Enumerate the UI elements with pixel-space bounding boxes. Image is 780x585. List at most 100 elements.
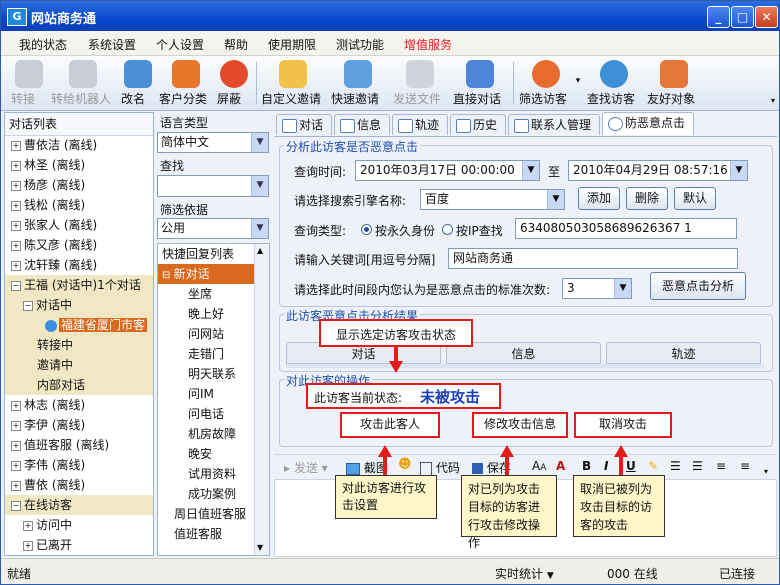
find-visitor-button[interactable]: 查找访客 — [587, 58, 641, 108]
quick-reply-category[interactable]: ⊟ 新对话 — [158, 264, 259, 284]
custom-invite-button[interactable]: 自定义邀请 — [261, 58, 325, 108]
customer-group-button[interactable]: 客户分类 — [159, 58, 213, 108]
tab-info[interactable]: 信息 — [334, 114, 390, 135]
annotation-arrow-stem — [383, 456, 387, 476]
send-button[interactable]: ▸ 发送 ▾ — [284, 459, 328, 476]
radio-by-ip[interactable] — [442, 224, 453, 235]
tree-item[interactable]: + 林志 (离线) — [5, 395, 153, 415]
tree-item[interactable]: 邀请中 — [5, 355, 153, 375]
tab-contacts[interactable]: 联系人管理 — [508, 114, 600, 135]
keyword-input[interactable]: 网站商务通 — [448, 248, 738, 269]
highlight-icon[interactable]: ✎ — [648, 459, 658, 473]
screenshot-button[interactable]: 截图 — [346, 459, 388, 476]
menu-help[interactable]: 帮助 — [224, 36, 248, 53]
add-engine-button[interactable]: 添加 — [578, 187, 620, 210]
tree-item[interactable]: 内部对话 — [5, 375, 153, 395]
italic-button[interactable]: I — [604, 459, 608, 473]
direct-chat-button[interactable]: 直接对话 — [453, 58, 507, 108]
tree-item[interactable]: + 沈轩臻 (离线) — [5, 255, 153, 275]
tree-item[interactable]: + 林圣 (离线) — [5, 155, 153, 175]
default-engine-button[interactable]: 默认 — [674, 187, 716, 210]
visitor-detail-panel: 对话 信息 轨迹 历史 联系人管理 防恶意点击 分析此访客是否恶意点击 查询时间… — [274, 112, 777, 454]
tree-item[interactable]: + 李伊 (离线) — [5, 415, 153, 435]
language-select[interactable]: 简体中文 ▼ — [157, 132, 269, 153]
realtime-stats-button[interactable]: 实时统计 ▼ — [495, 565, 554, 582]
friendly-contact-button[interactable]: 友好对象 — [647, 58, 701, 108]
cancel-attack-button[interactable]: 取消攻击 — [578, 414, 668, 436]
close-button[interactable]: ✕ — [755, 6, 778, 28]
align-right-icon[interactable]: ≡ — [740, 459, 750, 473]
menu-system-settings[interactable]: 系统设置 — [88, 36, 136, 53]
custom-invite-icon — [279, 60, 307, 88]
menu-test-features[interactable]: 测试功能 — [336, 36, 384, 53]
tree-item[interactable]: + 值班客服 (离线) — [5, 435, 153, 455]
quick-invite-button[interactable]: 快速邀请 — [331, 58, 385, 108]
tree-item[interactable]: + 曹依洁 (离线) — [5, 135, 153, 155]
send-file-icon — [406, 60, 434, 88]
delete-engine-button[interactable]: 删除 — [626, 187, 668, 210]
maximize-button[interactable]: □ — [731, 6, 754, 28]
block-button[interactable]: 屏蔽 — [217, 58, 251, 108]
bullet-list-icon[interactable]: ☰ — [692, 459, 703, 473]
underline-button[interactable]: U — [626, 459, 636, 473]
tree-item[interactable]: + 钱松 (离线) — [5, 195, 153, 215]
friendly-contact-icon — [660, 60, 688, 88]
filter-visitor-button[interactable]: 筛选访客 — [519, 58, 573, 108]
tree-item[interactable]: + 陈又彦 (离线) — [5, 235, 153, 255]
tab-chat[interactable]: 对话 — [276, 114, 332, 135]
scroll-up-icon[interactable]: ▲ — [257, 246, 266, 256]
tree-item[interactable]: + 访问中 — [5, 515, 153, 535]
modify-attack-button[interactable]: 修改攻击信息 — [476, 414, 564, 436]
radio-by-identity[interactable] — [361, 224, 372, 235]
filter-basis-select[interactable]: 公用 ▼ — [157, 218, 269, 239]
threshold-select[interactable]: 3 ▼ — [562, 278, 632, 299]
bold-button[interactable]: B — [582, 459, 591, 473]
menu-value-added[interactable]: 增值服务 — [404, 36, 452, 53]
rename-button[interactable]: 改名 — [121, 58, 155, 108]
start-time-picker[interactable]: 2010年03月17日 00:00:00 ▼ — [355, 160, 540, 181]
font-color-icon[interactable]: A — [556, 459, 565, 473]
results-scrollbar[interactable] — [286, 364, 764, 368]
tree-item[interactable]: + 张家人 (离线) — [5, 215, 153, 235]
font-size-icon[interactable]: AA — [532, 459, 546, 473]
search-combo[interactable]: ▼ — [157, 175, 269, 197]
scroll-down-icon[interactable]: ▼ — [257, 543, 266, 553]
attack-visitor-button[interactable]: 攻击此客人 — [344, 414, 436, 436]
send-file-button[interactable]: 发送文件 — [393, 58, 447, 108]
toolbar-overflow-icon[interactable]: ▾ — [771, 96, 775, 105]
tree-item-visitor-selected[interactable]: 福建省厦门市客 — [5, 315, 153, 335]
status-ready: 就绪 — [7, 567, 32, 581]
emoji-icon[interactable]: ☻ — [398, 457, 412, 472]
transfer-button[interactable]: 转接 — [11, 58, 47, 108]
end-time-picker[interactable]: 2010年04月29日 08:57:16 ▼ — [568, 160, 748, 181]
toolbar-overflow-icon[interactable]: ▾ — [764, 467, 768, 476]
results-tab-track[interactable]: 轨迹 — [606, 342, 761, 364]
malicious-click-analysis-button[interactable]: 恶意点击分析 — [650, 272, 746, 300]
tree-item-online-visitors[interactable]: − 在线访客 — [5, 495, 153, 515]
minimize-button[interactable]: _ — [707, 6, 730, 28]
numbered-list-icon[interactable]: ☰ — [670, 459, 681, 473]
tree-item[interactable]: + 李伟 (离线) — [5, 455, 153, 475]
to-robot-button[interactable]: 转给机器人 — [51, 58, 115, 108]
tree-item-in-conversation[interactable]: − 对话中 — [5, 295, 153, 315]
tree-item[interactable]: + 杨彦 (离线) — [5, 175, 153, 195]
menu-personal-settings[interactable]: 个人设置 — [156, 36, 204, 53]
keyword-label: 请输入关键词[用逗号分隔] — [294, 253, 436, 267]
tab-track[interactable]: 轨迹 — [392, 114, 448, 135]
tab-history[interactable]: 历史 — [450, 114, 506, 135]
app-window: G 网站商务通 _ □ ✕ 我的状态 系统设置 个人设置 帮助 使用期限 测试功… — [0, 0, 780, 585]
tree-item-active-agent[interactable]: − 王福 (对话中)1个对话 — [5, 275, 153, 295]
menu-my-status[interactable]: 我的状态 — [19, 36, 67, 53]
tab-anti-malicious-click[interactable]: 防恶意点击 — [602, 112, 694, 135]
identity-value-field[interactable]: 634080503058689626367 1 — [515, 218, 737, 239]
code-button[interactable]: 代码 — [420, 459, 460, 476]
radio-by-ip-label: 按IP查找 — [456, 224, 503, 238]
menu-usage-period[interactable]: 使用期限 — [268, 36, 316, 53]
quick-reply-scrollbar[interactable]: ▲ ▼ — [254, 244, 269, 555]
tree-item[interactable]: + 曹依 (离线) — [5, 475, 153, 495]
tree-item[interactable]: 转接中 — [5, 335, 153, 355]
search-engine-select[interactable]: 百度 ▼ — [420, 189, 565, 210]
tree-item[interactable]: + 已离开 — [5, 535, 153, 555]
filter-visitor-icon — [532, 60, 560, 88]
align-center-icon[interactable]: ≡ — [716, 459, 726, 473]
